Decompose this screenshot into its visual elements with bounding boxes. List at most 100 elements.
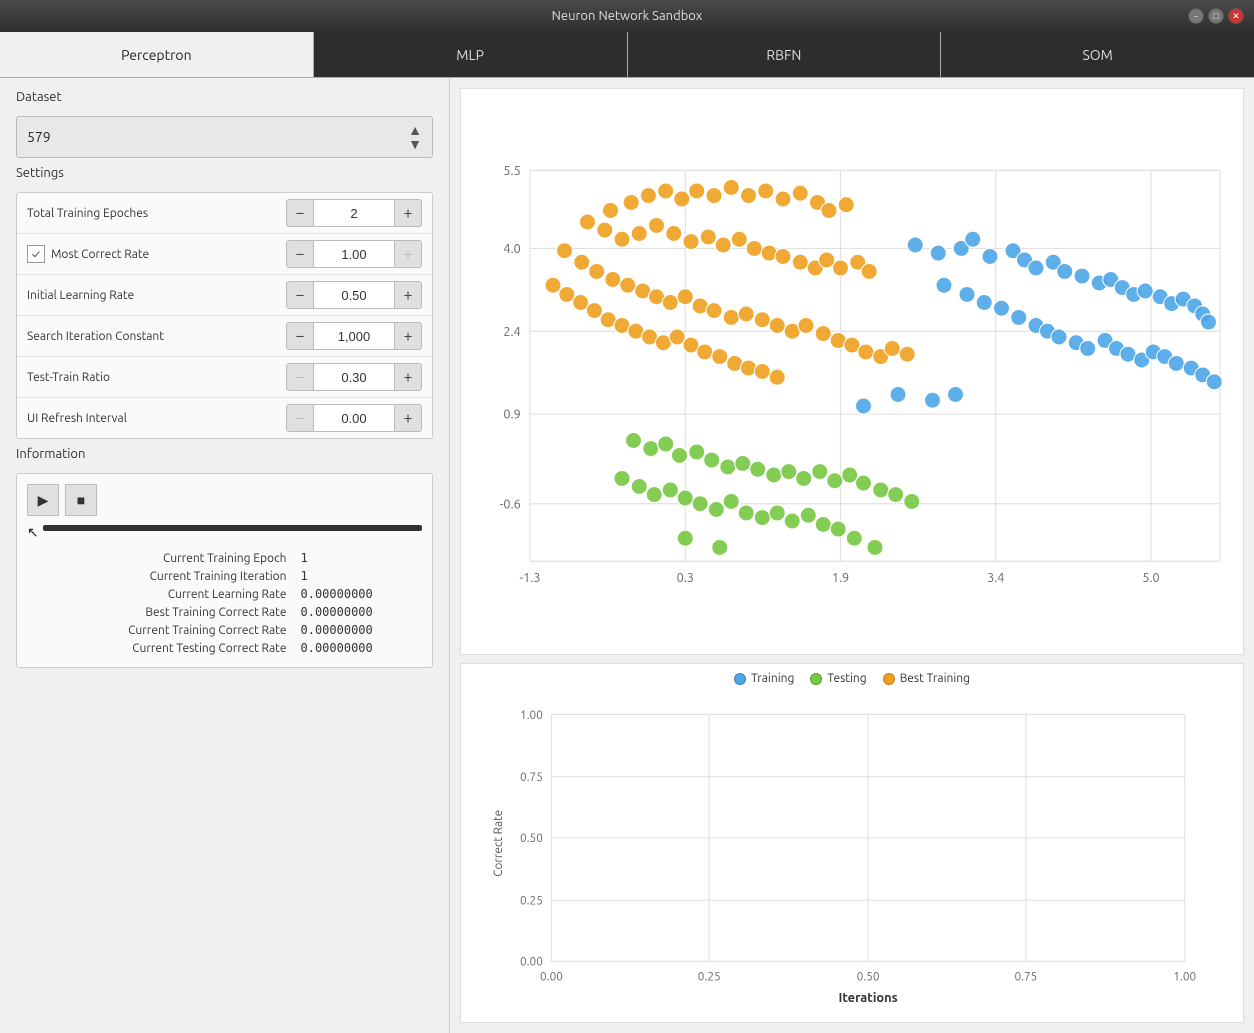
correct-rate-checkbox[interactable]: ✓ [27, 245, 45, 263]
info-label-current-training: Current Training Correct Rate [27, 621, 297, 639]
main-content: Perceptron MLP RBFN SOM Dataset 579 ▲ ▼ … [0, 32, 1254, 1033]
playback-controls: ▶ ■ [27, 484, 422, 516]
window-controls: − □ ✕ [1188, 8, 1244, 24]
epoches-minus-button[interactable]: − [286, 199, 314, 227]
right-panel: 5.5 4.0 2.4 0.9 -0.6 -1.3 0.3 1.9 3.4 5.… [450, 78, 1254, 1033]
info-table: Current Training Epoch 1 Current Trainin… [27, 549, 422, 657]
close-button[interactable]: ✕ [1228, 8, 1244, 24]
setting-name-epoches: Total Training Epoches [27, 207, 286, 220]
tab-mlp[interactable]: MLP [314, 32, 628, 77]
tab-perceptron[interactable]: Perceptron [0, 32, 314, 77]
info-row-best-training: Best Training Correct Rate 0.00000000 [27, 603, 422, 621]
info-value-best-training: 0.00000000 [297, 603, 423, 621]
svg-text:4.0: 4.0 [503, 242, 520, 256]
learning-rate-value[interactable] [314, 281, 394, 309]
info-value-current-training: 0.00000000 [297, 621, 423, 639]
svg-text:3.4: 3.4 [987, 571, 1004, 585]
learning-rate-minus-button[interactable]: − [286, 281, 314, 309]
setting-controls-epoches: − + [286, 199, 422, 227]
setting-controls-test-train: − + [286, 363, 422, 391]
legend-testing: Testing [810, 672, 866, 685]
maximize-button[interactable]: □ [1208, 8, 1224, 24]
setting-controls-ui-refresh: − + [286, 404, 422, 432]
minimize-button[interactable]: − [1188, 8, 1204, 24]
setting-name-test-train: Test-Train Ratio [27, 371, 286, 384]
setting-name-search-iter: Search Iteration Constant [27, 330, 286, 343]
svg-text:0.00: 0.00 [540, 971, 563, 984]
info-label-epoch: Current Training Epoch [27, 549, 297, 567]
svg-text:5.0: 5.0 [1142, 571, 1159, 585]
setting-name-correct-rate: ✓ Most Correct Rate [27, 245, 286, 263]
correct-rate-minus-button[interactable]: − [286, 240, 314, 268]
ui-refresh-value[interactable] [314, 404, 394, 432]
svg-text:Correct Rate: Correct Rate [492, 810, 505, 877]
correct-rate-value[interactable] [314, 240, 394, 268]
svg-text:0.9: 0.9 [503, 408, 520, 422]
svg-text:Iterations: Iterations [838, 991, 897, 1005]
svg-text:5.5: 5.5 [503, 164, 520, 178]
ui-refresh-minus-button[interactable]: − [286, 404, 314, 432]
search-iter-value[interactable] [314, 322, 394, 350]
tab-bar: Perceptron MLP RBFN SOM [0, 32, 1254, 78]
setting-name-ui-refresh: UI Refresh Interval [27, 412, 286, 425]
settings-label: Settings [16, 166, 433, 180]
test-train-minus-button[interactable]: − [286, 363, 314, 391]
test-train-plus-button[interactable]: + [394, 363, 422, 391]
legend-label-best-training: Best Training [900, 672, 970, 685]
svg-text:0.00: 0.00 [520, 956, 543, 969]
scatter-chart: 5.5 4.0 2.4 0.9 -0.6 -1.3 0.3 1.9 3.4 5.… [460, 88, 1244, 655]
info-row-current-testing: Current Testing Correct Rate 0.00000000 [27, 639, 422, 657]
setting-controls-search-iter: − + [286, 322, 422, 350]
legend-training: Training [734, 672, 794, 685]
learning-rate-plus-button[interactable]: + [394, 281, 422, 309]
svg-text:0.50: 0.50 [857, 971, 880, 984]
legend-label-training: Training [751, 672, 794, 685]
svg-text:2.4: 2.4 [503, 325, 520, 339]
info-label-learning-rate: Current Learning Rate [27, 585, 297, 603]
info-label-iteration: Current Training Iteration [27, 567, 297, 585]
tab-som[interactable]: SOM [941, 32, 1254, 77]
svg-text:1.00: 1.00 [1173, 971, 1196, 984]
setting-row-epoches: Total Training Epoches − + [17, 193, 432, 234]
title-bar: Neuron Network Sandbox − □ ✕ [0, 0, 1254, 32]
info-value-epoch: 1 [297, 549, 423, 567]
svg-text:1.00: 1.00 [520, 709, 543, 722]
info-row-current-training: Current Training Correct Rate 0.00000000 [27, 621, 422, 639]
info-row-epoch: Current Training Epoch 1 [27, 549, 422, 567]
dataset-label: Dataset [16, 90, 433, 104]
search-iter-minus-button[interactable]: − [286, 322, 314, 350]
setting-row-ui-refresh: UI Refresh Interval − + [17, 398, 432, 438]
svg-text:0.25: 0.25 [520, 894, 543, 907]
search-iter-plus-button[interactable]: + [394, 322, 422, 350]
legend-dot-best-training [883, 673, 895, 685]
setting-row-search-iter: Search Iteration Constant − + [17, 316, 432, 357]
ui-refresh-plus-button[interactable]: + [394, 404, 422, 432]
cursor-icon: ↖ [27, 524, 39, 541]
dropdown-arrows: ▲ ▼ [408, 123, 422, 151]
svg-text:-0.6: -0.6 [500, 497, 521, 511]
test-train-value[interactable] [314, 363, 394, 391]
legend-label-testing: Testing [827, 672, 866, 685]
svg-text:0.75: 0.75 [1014, 971, 1037, 984]
setting-row-test-train: Test-Train Ratio − + [17, 357, 432, 398]
info-value-iteration: 1 [297, 567, 423, 585]
info-label-best-training: Best Training Correct Rate [27, 603, 297, 621]
information-box: ▶ ■ ↖ Current Training Epoch 1 Current T [16, 473, 433, 668]
tab-rbfn[interactable]: RBFN [628, 32, 942, 77]
correct-rate-plus-button[interactable]: + [394, 240, 422, 268]
epoches-value[interactable] [314, 199, 394, 227]
epoches-plus-button[interactable]: + [394, 199, 422, 227]
setting-name-learning-rate: Initial Learning Rate [27, 289, 286, 302]
info-row-learning-rate: Current Learning Rate 0.00000000 [27, 585, 422, 603]
svg-text:0.25: 0.25 [698, 971, 721, 984]
stop-button[interactable]: ■ [65, 484, 97, 516]
line-chart: Training Testing Best Training [460, 663, 1244, 1023]
info-value-current-testing: 0.00000000 [297, 639, 423, 657]
info-value-learning-rate: 0.00000000 [297, 585, 423, 603]
legend-dot-training [734, 673, 746, 685]
svg-text:-1.3: -1.3 [519, 571, 540, 585]
play-button[interactable]: ▶ [27, 484, 59, 516]
scatter-svg: 5.5 4.0 2.4 0.9 -0.6 -1.3 0.3 1.9 3.4 5.… [461, 89, 1243, 654]
dataset-dropdown[interactable]: 579 ▲ ▼ [16, 116, 433, 158]
body-area: Dataset 579 ▲ ▼ Settings Total Training … [0, 78, 1254, 1033]
